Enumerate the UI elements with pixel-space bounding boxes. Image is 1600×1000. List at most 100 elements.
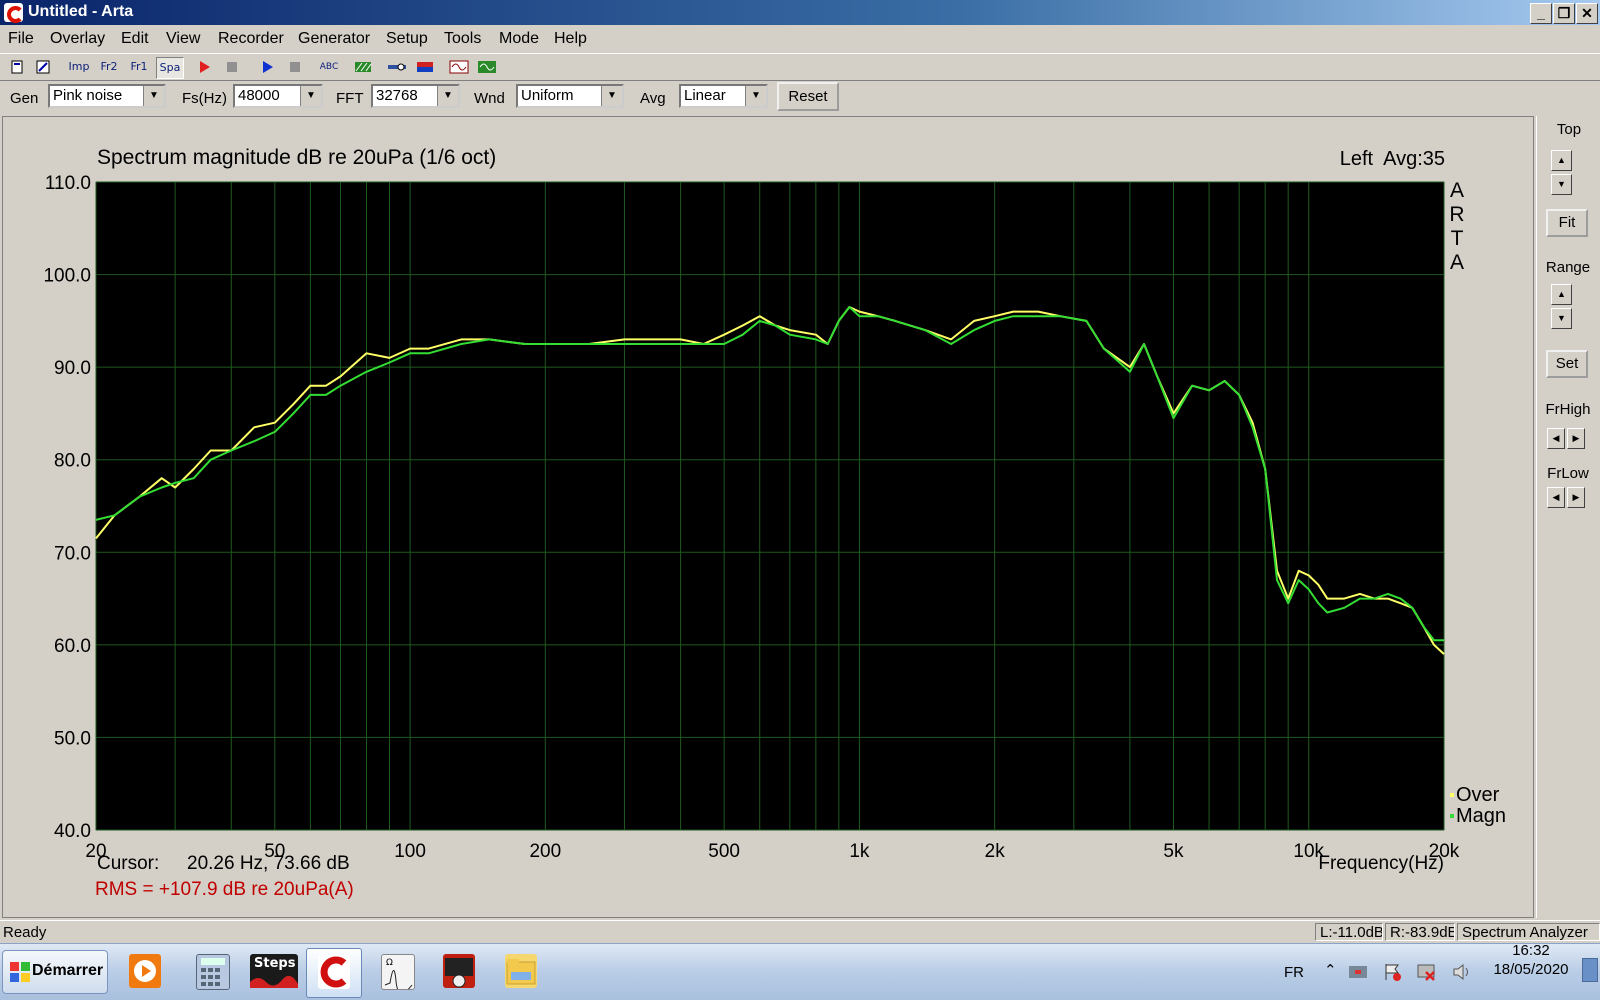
abc-button[interactable]: ABC <box>316 57 342 77</box>
brand-letter: R <box>1449 203 1464 226</box>
fit-button[interactable]: Fit <box>1546 209 1588 237</box>
show-hidden-icons-chevron-icon[interactable]: ⌃ <box>1324 961 1337 979</box>
restore-button[interactable]: ❐ <box>1553 3 1575 24</box>
averaging-value: Linear <box>684 87 726 104</box>
x-tick-label: 1k <box>849 841 870 862</box>
reset-button[interactable]: Reset <box>777 82 839 111</box>
window-select[interactable]: Uniform ▼ <box>516 84 624 108</box>
menu-setup[interactable]: Setup <box>386 30 428 48</box>
svg-text:Ω: Ω <box>386 958 393 968</box>
top-up-arrow-icon[interactable]: ▲ <box>1551 150 1572 171</box>
vzz-app-icon <box>443 954 475 988</box>
close-button[interactable]: ✕ <box>1576 3 1598 24</box>
chevron-down-icon[interactable]: ▼ <box>437 86 458 106</box>
frhigh-left-arrow-icon[interactable]: ◀ <box>1547 428 1565 449</box>
language-indicator[interactable]: FR <box>1284 964 1304 981</box>
clock-date[interactable]: 18/05/2020 <box>1486 961 1576 978</box>
chevron-down-icon[interactable]: ▼ <box>300 86 321 106</box>
x-tick-label: 5k <box>1163 841 1184 862</box>
x-tick-label: 500 <box>708 841 740 862</box>
legend-label: Magn <box>1456 805 1506 827</box>
sample-rate-select[interactable]: 48000 ▼ <box>233 84 323 108</box>
window-value: Uniform <box>521 87 574 104</box>
mode-indicator: Spectrum Analyzer <box>1457 923 1600 941</box>
arta-app-icon[interactable] <box>4 3 24 23</box>
menu-help[interactable]: Help <box>554 30 587 48</box>
steps-label: Steps <box>254 956 296 971</box>
fr2-mode-button[interactable]: Fr2 <box>96 57 122 77</box>
arta-brand-letters: A R T A <box>1449 179 1464 274</box>
menu-edit[interactable]: Edit <box>121 30 149 48</box>
taskbar-vzz[interactable] <box>432 948 486 996</box>
play-generator-icon[interactable] <box>256 57 278 77</box>
signal-icon[interactable] <box>476 57 498 77</box>
frlow-right-arrow-icon[interactable]: ▶ <box>1567 487 1585 508</box>
chevron-down-icon[interactable]: ▼ <box>143 86 164 106</box>
chevron-down-icon[interactable]: ▼ <box>601 86 622 106</box>
tray-disconnected-icon[interactable] <box>1416 962 1438 982</box>
tray-flag-icon[interactable] <box>1382 962 1404 982</box>
record-play-icon[interactable] <box>193 57 215 77</box>
set-button[interactable]: Set <box>1546 350 1588 378</box>
stop-generator-icon[interactable] <box>284 57 306 77</box>
range-down-arrow-icon[interactable]: ▼ <box>1551 308 1572 329</box>
cursor-value: 20.26 Hz, 73.66 dB <box>187 853 350 874</box>
x-axis-title: Frequency(Hz) <box>1318 853 1444 874</box>
hatch-icon[interactable] <box>352 57 374 77</box>
plot-title: Spectrum magnitude dB re 20uPa (1/6 oct) <box>97 146 496 169</box>
menu-mode[interactable]: Mode <box>499 30 539 48</box>
calibrate-icon[interactable] <box>386 57 408 77</box>
scope-icon[interactable] <box>448 57 470 77</box>
fft-size-value: 32768 <box>376 87 418 104</box>
menu-file[interactable]: File <box>8 30 34 48</box>
show-desktop-button[interactable] <box>1582 958 1598 982</box>
media-player-icon <box>129 954 161 988</box>
title-bar[interactable]: Untitled - Arta _ ❐ ✕ <box>0 0 1600 25</box>
start-label: Démarrer <box>32 962 104 979</box>
taskbar-explorer[interactable] <box>494 948 548 996</box>
frlow-label: FrLow <box>1547 465 1589 482</box>
menu-overlay[interactable]: Overlay <box>50 30 105 48</box>
taskbar-media-player[interactable] <box>118 948 172 996</box>
open-file-icon[interactable] <box>32 57 54 77</box>
plot-background[interactable] <box>95 181 1445 831</box>
status-text: Ready <box>3 924 47 941</box>
calculator-icon <box>196 954 230 990</box>
impulse-mode-button[interactable]: Imp <box>66 57 92 77</box>
menu-tools[interactable]: Tools <box>444 30 481 48</box>
taskbar-steps[interactable]: Steps <box>248 948 302 996</box>
frhigh-right-arrow-icon[interactable]: ▶ <box>1567 428 1585 449</box>
folder-icon <box>505 954 537 988</box>
menu-view[interactable]: View <box>166 30 200 48</box>
fr1-mode-button[interactable]: Fr1 <box>126 57 152 77</box>
avg-label: Avg <box>640 90 666 107</box>
tray-volume-icon[interactable] <box>1451 962 1473 982</box>
top-down-arrow-icon[interactable]: ▼ <box>1551 174 1572 195</box>
cursor-label: Cursor: <box>97 853 159 874</box>
limp-app-icon: Ω <box>381 954 415 994</box>
menu-recorder[interactable]: Recorder <box>218 30 284 48</box>
spectrum-chart[interactable]: Spectrum magnitude dB re 20uPa (1/6 oct)… <box>3 117 1533 917</box>
chevron-down-icon[interactable]: ▼ <box>745 86 766 106</box>
generator-select[interactable]: Pink noise ▼ <box>48 84 166 108</box>
stop-icon[interactable] <box>221 57 243 77</box>
taskbar-calculator[interactable] <box>185 948 239 996</box>
range-up-arrow-icon[interactable]: ▲ <box>1551 284 1572 305</box>
new-file-icon[interactable] <box>6 57 28 77</box>
minimize-button[interactable]: _ <box>1530 3 1552 24</box>
tray-network-icon[interactable] <box>1347 962 1369 982</box>
taskbar-arta-active[interactable] <box>306 948 362 998</box>
start-button[interactable]: Démarrer <box>2 950 108 994</box>
menu-generator[interactable]: Generator <box>298 30 370 48</box>
rms-readout: RMS = +107.9 dB re 20uPa(A) <box>95 879 354 900</box>
spa-mode-button[interactable]: Spa <box>156 57 184 79</box>
averaging-select[interactable]: Linear ▼ <box>679 84 768 108</box>
fft-label: FFT <box>336 90 364 107</box>
color-icon[interactable] <box>414 57 436 77</box>
frlow-left-arrow-icon[interactable]: ◀ <box>1547 487 1565 508</box>
fft-size-select[interactable]: 32768 ▼ <box>371 84 460 108</box>
clock-time[interactable]: 16:32 <box>1502 942 1560 959</box>
gen-label: Gen <box>10 90 39 107</box>
frhigh-label: FrHigh <box>1545 401 1591 418</box>
taskbar-limp[interactable]: Ω <box>370 948 424 996</box>
